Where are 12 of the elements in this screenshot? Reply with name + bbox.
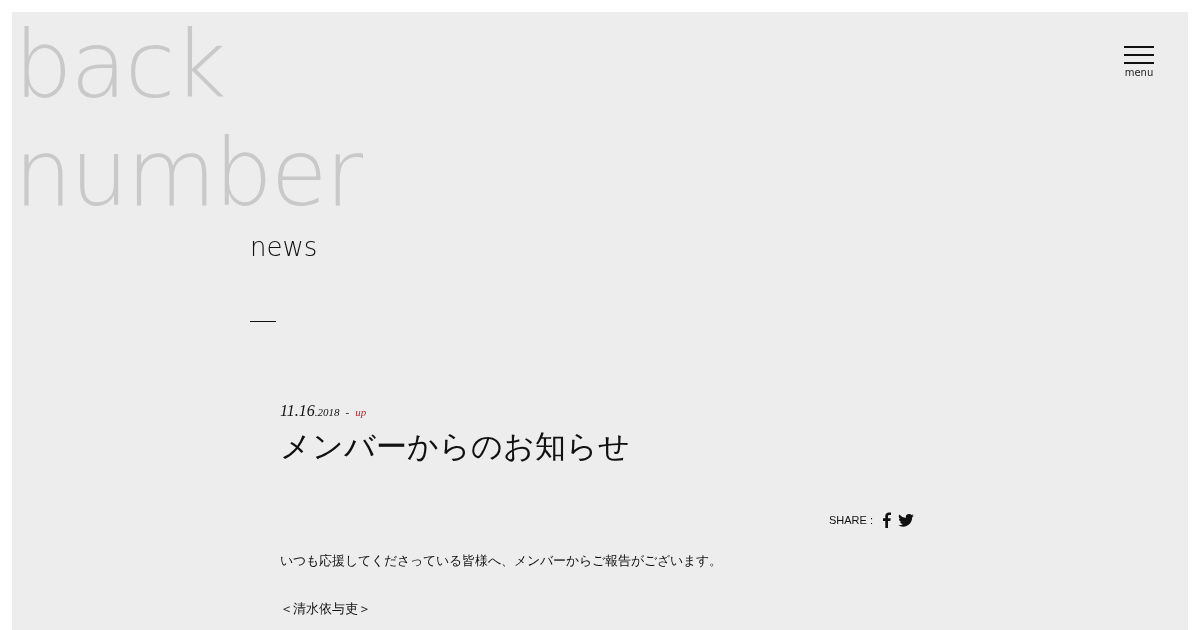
share-label: SHARE : bbox=[829, 514, 873, 526]
menu-button[interactable]: menu bbox=[1124, 46, 1154, 78]
article-title: メンバーからのお知らせ bbox=[280, 427, 630, 466]
date-separator: - bbox=[345, 406, 350, 418]
body-text: ＜清水依与吏＞ bbox=[280, 600, 371, 618]
section-title: news bbox=[250, 232, 318, 262]
facebook-icon[interactable] bbox=[882, 512, 891, 528]
post-year: .2018 bbox=[314, 406, 340, 418]
status-label: up bbox=[355, 406, 367, 418]
post-date: 11.16 bbox=[280, 402, 315, 420]
body-text: いつも応援してくださっている皆様へ、メンバーからご報告がございます。 bbox=[280, 552, 722, 570]
bird-icon[interactable] bbox=[898, 513, 914, 527]
